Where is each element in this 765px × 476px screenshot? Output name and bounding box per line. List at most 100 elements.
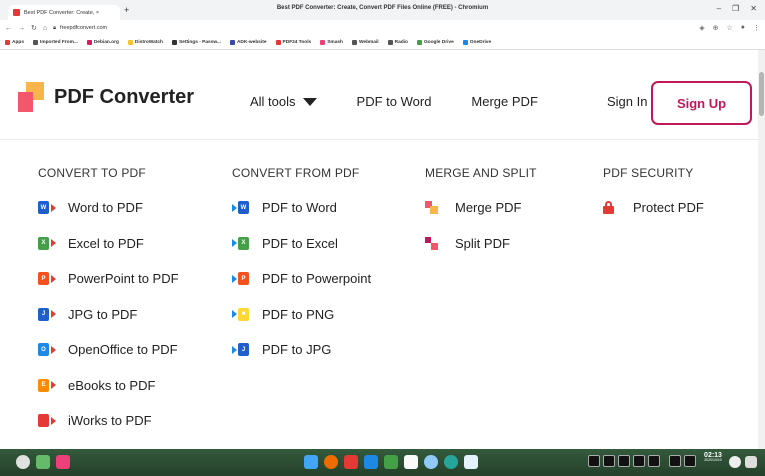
column-heading: CONVERT FROM PDF <box>232 166 360 180</box>
taskbar-app-icon[interactable] <box>364 455 378 469</box>
tray-icon[interactable] <box>684 455 696 467</box>
tray-icon[interactable] <box>618 455 630 467</box>
bookmark-item[interactable]: PDF24 Tools <box>275 40 311 45</box>
nav-all-tools[interactable]: All tools <box>250 94 317 109</box>
tool-label: PowerPoint to PDF <box>68 271 179 286</box>
tool-link[interactable]: iWorks to PDF <box>38 413 179 449</box>
tray-icon[interactable] <box>729 456 741 468</box>
sign-up-button[interactable]: Sign Up <box>651 81 752 125</box>
new-tab-button[interactable]: + <box>124 5 129 15</box>
tray-icon[interactable] <box>648 455 660 467</box>
bookmark-item[interactable]: OneDrive <box>462 40 492 45</box>
bookmark-item[interactable]: Debian.org <box>86 40 119 45</box>
bookmark-icon <box>171 40 177 45</box>
tool-link[interactable]: X Excel to PDF <box>38 236 179 272</box>
main-nav: All tools PDF to Word Merge PDF <box>250 94 578 109</box>
bookmark-label: OneDrive <box>469 40 492 45</box>
bookmark-item[interactable]: Settings - Passw... <box>171 40 221 45</box>
pdf-favicon-icon <box>13 9 20 16</box>
nav-pdf-to-word[interactable]: PDF to Word <box>357 94 432 109</box>
url-field[interactable]: 🔒︎ freepdfconvert.com <box>53 25 107 32</box>
nav-label: Merge PDF <box>471 94 538 109</box>
file-manager-icon[interactable] <box>36 455 50 469</box>
tray-icon[interactable] <box>588 455 600 467</box>
bookmark-label: Webmail <box>358 40 379 45</box>
extension-icon[interactable]: ◈ <box>699 24 704 32</box>
zoom-icon[interactable]: ⊕ <box>713 24 719 32</box>
tool-link[interactable]: J JPG to PDF <box>38 307 179 343</box>
system-tray <box>588 455 696 467</box>
png-icon: ■ <box>232 307 262 322</box>
forward-icon[interactable]: → <box>18 25 25 32</box>
home-icon[interactable]: ⌂ <box>43 25 47 32</box>
bookmark-item[interactable]: Webmail <box>351 40 379 45</box>
maximize-button[interactable]: ❐ <box>732 4 739 13</box>
bookmark-item[interactable]: Google Drive <box>416 40 454 45</box>
tool-link[interactable]: J PDF to JPG <box>232 342 371 378</box>
bookmark-icon <box>351 40 357 45</box>
browser-tab[interactable]: Best PDF Converter: Create, × <box>8 5 120 20</box>
tool-link[interactable]: P PowerPoint to PDF <box>38 271 179 307</box>
tool-link[interactable]: Merge PDF <box>425 200 537 236</box>
tray-icon[interactable] <box>669 455 681 467</box>
nav-merge-pdf[interactable]: Merge PDF <box>471 94 537 109</box>
bookmark-item[interactable]: Smash <box>320 40 343 45</box>
bookmark-item[interactable]: ADK-website <box>229 40 267 45</box>
volume-icon[interactable] <box>603 455 615 467</box>
tool-label: JPG to PDF <box>68 306 138 322</box>
bookmark-label: Smash <box>327 40 343 45</box>
minimize-button[interactable]: – <box>717 4 721 13</box>
iworks-icon <box>38 413 68 428</box>
tool-link[interactable]: O OpenOffice to PDF <box>38 342 179 378</box>
bookmark-item[interactable]: DistroWatch <box>127 40 163 45</box>
sign-in-link[interactable]: Sign In <box>607 94 647 109</box>
taskbar-app-icon[interactable] <box>344 455 358 469</box>
tool-link[interactable]: W PDF to Word <box>232 200 371 236</box>
bookmark-item[interactable]: Apps <box>5 40 24 45</box>
bookmark-icon <box>462 40 468 45</box>
calendar-icon[interactable] <box>404 455 418 469</box>
app-launcher-icon[interactable] <box>56 455 70 469</box>
firefox-icon[interactable] <box>324 455 338 469</box>
taskbar-app-icon[interactable] <box>304 455 318 469</box>
tool-link[interactable]: ■ PDF to PNG <box>232 307 371 343</box>
bookmark-icon <box>127 40 133 45</box>
tool-link[interactable]: Split PDF <box>425 236 537 272</box>
scrollbar-thumb[interactable] <box>759 72 764 116</box>
bookmarks-bar: Apps Imported From... Debian.org DistroWatc… <box>0 36 765 50</box>
taskbar-clock[interactable]: 02:13 2020/10/10 <box>702 452 724 463</box>
settings-icon[interactable] <box>424 455 438 469</box>
tool-link[interactable]: EeBooks to PDF <box>38 378 179 414</box>
bookmark-label: Radio <box>394 40 408 45</box>
star-icon[interactable]: ☆ <box>726 24 732 32</box>
menu-icon[interactable]: ⋮ <box>753 24 760 32</box>
bookmark-icon <box>387 40 393 45</box>
tool-label: PDF to Excel <box>262 235 338 251</box>
window-controls: – ❐ ✕ <box>717 4 757 13</box>
tool-link[interactable]: P PDF to Powerpoint <box>232 271 371 307</box>
reload-icon[interactable]: ↻ <box>31 24 37 32</box>
tray-icon[interactable] <box>745 456 757 468</box>
bookmark-icon <box>416 40 422 45</box>
bookmark-icon <box>229 40 235 45</box>
tray-icon[interactable] <box>633 455 645 467</box>
powerpoint-icon: P <box>232 271 262 286</box>
tool-label: Split PDF <box>455 235 510 251</box>
profile-icon[interactable]: ● <box>741 24 745 32</box>
chromium-icon[interactable] <box>444 455 458 469</box>
back-icon[interactable]: ← <box>5 25 12 32</box>
site-logo[interactable]: PDF Converter <box>18 82 194 112</box>
column-convert-to-pdf: CONVERT TO PDF W Word to PDF X Excel to PDF P… <box>38 166 179 449</box>
bookmark-item[interactable]: Radio <box>387 40 408 45</box>
tool-link[interactable]: W Word to PDF <box>38 200 179 236</box>
start-menu-icon[interactable] <box>16 455 30 469</box>
taskbar-app-icon[interactable] <box>384 455 398 469</box>
excel-icon: X <box>232 236 262 251</box>
lock-icon <box>603 200 633 215</box>
tool-link[interactable]: Protect PDF <box>603 200 704 236</box>
taskbar-app-icon[interactable] <box>464 455 478 469</box>
tool-link[interactable]: X PDF to Excel <box>232 236 371 272</box>
bookmark-item[interactable]: Imported From... <box>33 40 78 45</box>
word-icon: W <box>232 200 262 215</box>
close-window-button[interactable]: ✕ <box>750 4 757 13</box>
